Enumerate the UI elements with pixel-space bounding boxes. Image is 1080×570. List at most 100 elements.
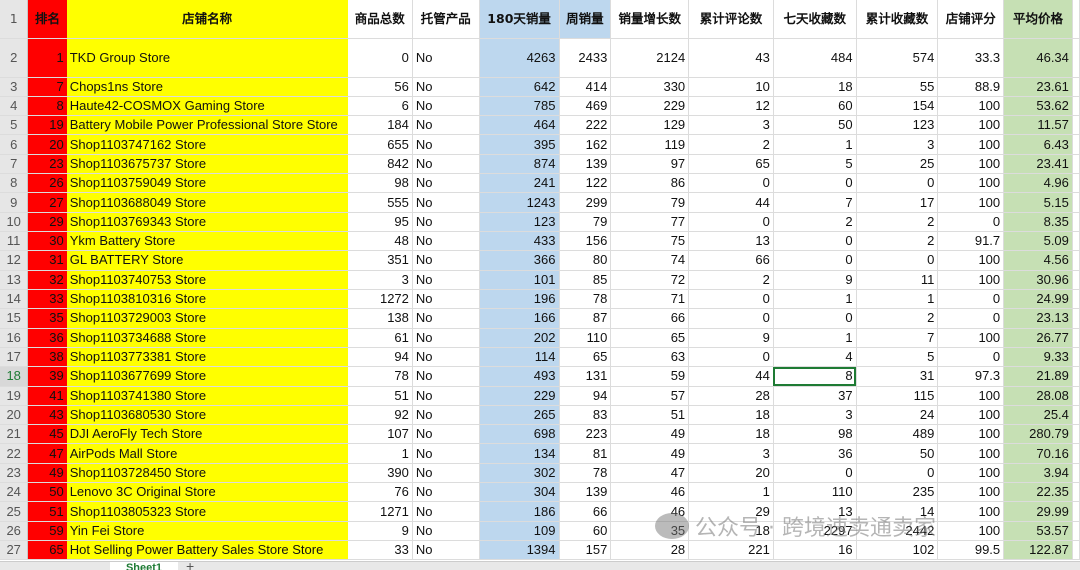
cell[interactable]: 100 xyxy=(937,443,1005,464)
cell[interactable]: 26.77 xyxy=(1003,328,1073,348)
row-header[interactable]: 3 xyxy=(0,77,29,97)
row-header[interactable]: 9 xyxy=(0,192,29,213)
cell[interactable]: 1 xyxy=(773,328,857,348)
cell[interactable]: 129 xyxy=(610,115,690,136)
cell[interactable]: 18 xyxy=(773,77,857,97)
cell[interactable]: 19 xyxy=(27,115,67,136)
cell[interactable]: 655 xyxy=(347,134,413,155)
cell-clipped[interactable] xyxy=(1072,405,1080,426)
cell-clipped[interactable] xyxy=(1072,77,1080,97)
cell[interactable]: 123 xyxy=(479,212,560,233)
cell[interactable]: No xyxy=(412,347,480,368)
cell[interactable]: 78 xyxy=(559,289,612,310)
cell[interactable]: 2 xyxy=(856,308,939,329)
cell[interactable]: 59 xyxy=(27,521,67,542)
cell[interactable]: 50 xyxy=(27,482,67,503)
cell[interactable]: 5.15 xyxy=(1003,192,1073,213)
cell[interactable]: 74 xyxy=(610,250,690,271)
cell[interactable]: 433 xyxy=(479,231,560,252)
cell[interactable]: 102 xyxy=(856,540,939,561)
cell[interactable]: 100 xyxy=(937,328,1005,348)
cell[interactable]: 0 xyxy=(773,308,857,329)
cell[interactable]: 115 xyxy=(856,386,939,406)
column-header[interactable]: 托管产品 xyxy=(412,0,480,39)
cell[interactable]: 166 xyxy=(479,308,560,329)
cell[interactable]: 31 xyxy=(27,250,67,271)
cell[interactable]: No xyxy=(412,192,480,213)
cell[interactable]: 229 xyxy=(610,96,690,117)
cell[interactable]: 100 xyxy=(937,192,1005,213)
cell[interactable]: 100 xyxy=(937,501,1005,522)
cell[interactable]: 223 xyxy=(559,424,612,445)
cell[interactable]: No xyxy=(412,501,480,522)
row-header[interactable]: 16 xyxy=(0,328,29,348)
cell[interactable]: 91.7 xyxy=(937,231,1005,252)
cell[interactable]: No xyxy=(412,154,480,175)
cell[interactable]: 94 xyxy=(559,386,612,406)
cell[interactable]: 3 xyxy=(773,405,857,426)
cell[interactable]: 184 xyxy=(347,115,413,136)
cell[interactable]: 41 xyxy=(27,386,67,406)
cell[interactable]: 114 xyxy=(479,347,560,368)
cell[interactable]: 65 xyxy=(688,154,774,175)
row-header[interactable]: 10 xyxy=(0,212,29,233)
cell[interactable]: 13 xyxy=(688,231,774,252)
cell[interactable]: 21.89 xyxy=(1003,366,1073,387)
cell[interactable]: 18 xyxy=(688,521,774,542)
cell[interactable]: 39 xyxy=(27,366,67,387)
cell[interactable]: 100 xyxy=(937,463,1005,484)
cell[interactable]: 24 xyxy=(856,405,939,426)
cell[interactable]: Shop1103747162 Store xyxy=(66,134,348,155)
cell[interactable]: 65 xyxy=(610,328,690,348)
cell[interactable]: 78 xyxy=(559,463,612,484)
cell[interactable]: 61 xyxy=(347,328,413,348)
cell-clipped[interactable] xyxy=(1072,308,1080,329)
cell[interactable]: 221 xyxy=(688,540,774,561)
cell[interactable]: 842 xyxy=(347,154,413,175)
row-header[interactable]: 22 xyxy=(0,443,29,464)
cell[interactable]: 44 xyxy=(688,366,774,387)
cell[interactable]: 123 xyxy=(856,115,939,136)
cell[interactable]: 55 xyxy=(856,77,939,97)
cell[interactable]: 107 xyxy=(347,424,413,445)
cell[interactable]: 47 xyxy=(27,443,67,464)
cell-clipped[interactable] xyxy=(1072,386,1080,406)
cell[interactable]: No xyxy=(412,231,480,252)
cell[interactable]: 0 xyxy=(688,308,774,329)
cell[interactable]: 87 xyxy=(559,308,612,329)
cell[interactable]: 80 xyxy=(559,250,612,271)
cell[interactable]: 0 xyxy=(773,173,857,194)
cell[interactable]: 8 xyxy=(27,96,67,117)
cell[interactable]: No xyxy=(412,366,480,387)
column-header[interactable]: 销量增长数 xyxy=(610,0,690,39)
cell[interactable]: No xyxy=(412,521,480,542)
cell-clipped[interactable] xyxy=(1072,154,1080,175)
cell[interactable]: 222 xyxy=(559,115,612,136)
cell[interactable]: 1 xyxy=(773,134,857,155)
cell[interactable]: No xyxy=(412,482,480,503)
cell[interactable]: 23 xyxy=(27,154,67,175)
cell[interactable]: 29 xyxy=(688,501,774,522)
row-header[interactable]: 12 xyxy=(0,250,29,271)
cell[interactable]: Shop1103769343 Store xyxy=(66,212,348,233)
cell[interactable]: 7 xyxy=(773,192,857,213)
cell[interactable]: 9 xyxy=(773,270,857,290)
column-header[interactable]: 商品总数 xyxy=(347,0,413,39)
cell[interactable]: 23.61 xyxy=(1003,77,1073,97)
cell[interactable]: 66 xyxy=(559,501,612,522)
cell[interactable]: 139 xyxy=(559,482,612,503)
cell[interactable]: 299 xyxy=(559,192,612,213)
cell[interactable]: Shop1103741380 Store xyxy=(66,386,348,406)
cell[interactable]: 35 xyxy=(27,308,67,329)
cell-clipped[interactable] xyxy=(1072,366,1080,387)
cell[interactable]: Shop1103759049 Store xyxy=(66,173,348,194)
cell[interactable]: Shop1103805323 Store xyxy=(66,501,348,522)
cell[interactable]: 0 xyxy=(937,308,1005,329)
cell[interactable]: 2442 xyxy=(856,521,939,542)
cell[interactable]: 50 xyxy=(856,443,939,464)
cell[interactable]: 698 xyxy=(479,424,560,445)
cell[interactable]: 202 xyxy=(479,328,560,348)
add-sheet-button[interactable]: + xyxy=(186,562,194,570)
cell[interactable]: 131 xyxy=(559,366,612,387)
cell[interactable]: 49 xyxy=(27,463,67,484)
